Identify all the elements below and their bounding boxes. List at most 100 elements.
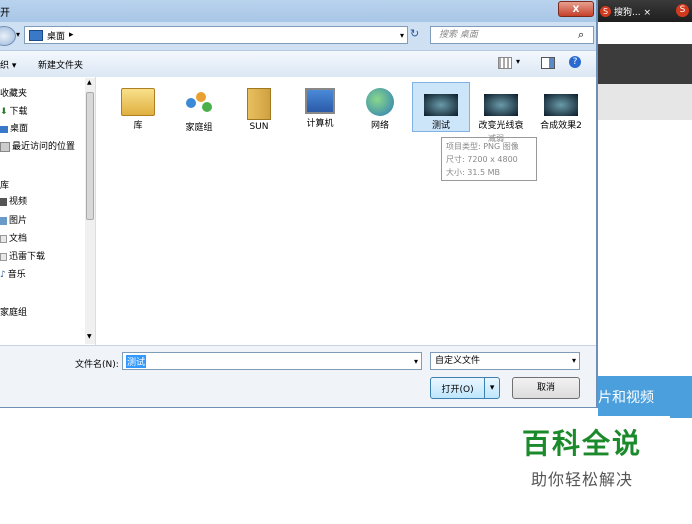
library-icon (121, 88, 155, 116)
desktop-icon (0, 125, 8, 133)
dialog-title: 开 (0, 8, 10, 19)
nav-item-favorites[interactable]: 收藏夹 (0, 87, 27, 101)
open-button-label: 打开(O) (441, 384, 474, 395)
nav-item-documents[interactable]: 文档 (0, 232, 27, 246)
file-type-value: 自定义文件 (435, 356, 481, 366)
file-item-composite[interactable]: 合成效果2 (532, 82, 590, 131)
file-item-test[interactable]: 测试 (412, 82, 470, 131)
image-thumb-icon (544, 94, 578, 116)
file-item-computer[interactable]: 计算机 (291, 82, 349, 129)
nav-item-homegroup[interactable]: 家庭组 (0, 306, 27, 320)
open-dropdown-icon[interactable]: ▾ (484, 378, 499, 398)
browser-gray-band (598, 84, 692, 120)
file-item-label: 库 (133, 121, 143, 131)
file-type-dropdown-icon: ▾ (571, 356, 576, 365)
user-folder-icon (247, 88, 271, 120)
refresh-icon[interactable]: ↻ (410, 27, 426, 43)
nav-item-downloads[interactable]: ⬇ 下载 (0, 105, 28, 119)
view-options-icon[interactable] (498, 57, 512, 69)
nav-item-label: 收藏夹 (0, 89, 28, 99)
download-icon (0, 253, 7, 261)
nav-item-recent[interactable]: 最近访问的位置 (0, 140, 75, 154)
history-dropdown-icon[interactable]: ▾ (16, 30, 20, 39)
file-item-label: 改变光线衰 (478, 121, 524, 131)
nav-scrollbar-thumb[interactable] (86, 92, 94, 220)
nav-item-libraries[interactable]: 库 (0, 179, 9, 193)
search-placeholder: 搜索 桌面 (439, 30, 478, 40)
filename-label: 文件名(N): (75, 360, 119, 370)
filename-input[interactable]: 测试 ▾ (122, 352, 422, 370)
file-item-homegroup[interactable]: 家庭组 (170, 82, 228, 133)
new-folder-button[interactable]: 新建文件夹 (38, 58, 83, 71)
organize-menu[interactable]: 织 ▾ (0, 58, 16, 71)
filename-dropdown-icon[interactable]: ▾ (414, 357, 418, 366)
browser-dark-band (598, 44, 692, 84)
browser-address-row (598, 22, 692, 45)
file-type-select[interactable]: 自定义文件 ▾ (430, 352, 580, 370)
nav-item-desktop[interactable]: 桌面 (0, 122, 28, 136)
nav-item-label: 下载 (9, 107, 28, 117)
nav-item-label: 最近访问的位置 (12, 142, 76, 152)
browser-tab[interactable]: S 搜狗... × (600, 2, 670, 20)
search-input[interactable]: 搜索 桌面 (430, 26, 594, 44)
navigation-pane: 收藏夹 ⬇ 下载 桌面 最近访问的位置 库 视频 图片 文档 迅雷下载 ♪ 音乐 家… (0, 77, 96, 345)
filename-value: 测试 (126, 354, 147, 368)
file-item-label: SUN (249, 122, 269, 132)
watermark-subtitle: 助你轻松解决 (530, 470, 633, 489)
file-item-library[interactable]: 库 (109, 82, 167, 131)
image-thumb-icon (424, 94, 458, 116)
recent-icon (0, 142, 10, 152)
help-icon[interactable]: ? (569, 56, 581, 68)
nav-item-label: 音乐 (7, 270, 26, 280)
nav-item-videos[interactable]: 视频 (0, 195, 27, 209)
scroll-up-icon[interactable]: ▲ (87, 79, 92, 86)
tooltip-filesize: 大小: 31.5 MB (446, 168, 500, 177)
file-item-label: 计算机 (306, 119, 334, 129)
watermark: 百科全说 助你轻松解决 (494, 416, 670, 496)
computer-icon (305, 88, 335, 114)
cancel-button[interactable]: 取消 (512, 377, 580, 399)
image-thumb-icon (484, 94, 518, 116)
image-icon (0, 217, 7, 225)
nav-item-label: 文档 (9, 234, 28, 244)
file-item-label: 家庭组 (185, 123, 213, 133)
document-icon (0, 235, 7, 243)
file-item-label: 合成效果2 (540, 121, 582, 131)
preview-pane-icon[interactable] (541, 57, 555, 69)
cancel-button-label: 取消 (536, 383, 555, 393)
address-bar[interactable]: 桌面 ▸ ▾ (24, 26, 408, 44)
nav-item-label: 桌面 (10, 124, 29, 134)
file-item-network[interactable]: 网络 (351, 82, 409, 131)
watermark-title: 百科全说 (521, 427, 642, 460)
search-icon[interactable]: ⌕ (578, 28, 584, 42)
file-item-sun[interactable]: SUN (230, 82, 288, 132)
scroll-down-icon[interactable]: ▼ (87, 333, 92, 340)
music-icon: ♪ (0, 270, 6, 280)
address-chevron-icon: ▸ (69, 30, 74, 40)
tooltip-dimensions: 尺寸: 7200 x 4800 (446, 155, 518, 164)
nav-item-pictures[interactable]: 图片 (0, 214, 27, 228)
nav-item-label: 图片 (9, 216, 28, 226)
file-item-light[interactable]: 改变光线衰 (472, 82, 530, 131)
address-dropdown-icon[interactable]: ▾ (400, 31, 404, 40)
view-dropdown-icon[interactable]: ▾ (516, 57, 520, 66)
close-icon: X (572, 5, 580, 15)
nav-item-label: 视频 (9, 197, 28, 207)
upload-media-label: 片和视频 (598, 390, 654, 406)
network-icon (366, 88, 394, 116)
file-item-label: 网络 (370, 121, 389, 131)
organize-label: 织 ▾ (0, 61, 17, 71)
close-button[interactable]: X (558, 1, 594, 17)
homegroup-icon (182, 88, 216, 118)
upload-media-button[interactable]: 片和视频 (598, 376, 692, 418)
desktop-icon (29, 29, 43, 41)
address-location: 桌面 (47, 31, 66, 42)
download-icon: ⬇ (0, 107, 8, 117)
nav-item-label: 家庭组 (0, 308, 28, 318)
nav-item-xunlei[interactable]: 迅雷下载 (0, 250, 45, 264)
new-folder-label: 新建文件夹 (38, 61, 84, 71)
sogou-icon[interactable]: S (676, 4, 689, 17)
nav-item-music[interactable]: ♪ 音乐 (0, 268, 26, 282)
browser-tab-label: 搜狗... × (614, 7, 651, 18)
open-button[interactable]: 打开(O) ▾ (430, 377, 500, 399)
